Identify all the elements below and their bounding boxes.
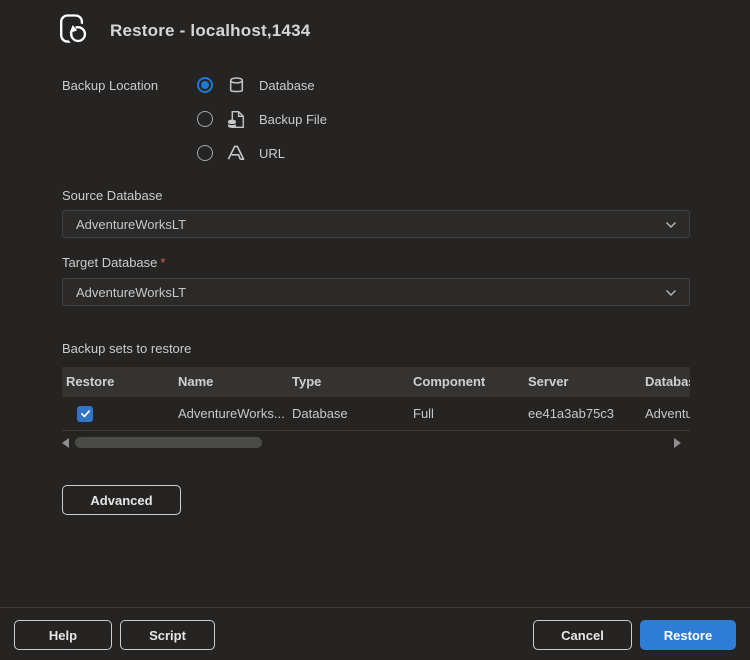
target-database-value: AdventureWorksLT xyxy=(63,285,186,300)
source-database-dropdown[interactable]: AdventureWorksLT xyxy=(62,210,690,238)
radio-button-database[interactable] xyxy=(197,77,213,93)
table-row[interactable]: AdventureWorks... Database Full ee41a3ab… xyxy=(62,397,690,431)
backup-sets-table: Restore Name Type Component Server Datab… xyxy=(62,367,690,431)
radio-label-url: URL xyxy=(259,146,285,161)
radio-option-backup-file[interactable]: Backup File xyxy=(197,108,327,130)
backup-file-icon xyxy=(226,109,246,129)
column-header-type[interactable]: Type xyxy=(288,367,409,397)
radio-button-url[interactable] xyxy=(197,145,213,161)
cancel-button[interactable]: Cancel xyxy=(533,620,632,650)
required-asterisk: * xyxy=(160,255,165,270)
backup-sets-label: Backup sets to restore xyxy=(62,341,191,356)
check-icon xyxy=(80,408,91,419)
row-cell-type: Database xyxy=(288,406,409,421)
row-cell-component: Full xyxy=(409,406,524,421)
radio-button-backup-file[interactable] xyxy=(197,111,213,127)
restore-row-checkbox[interactable] xyxy=(77,406,93,422)
row-cell-name: AdventureWorks... xyxy=(174,406,288,421)
footer-divider xyxy=(0,607,750,608)
horizontal-scrollbar-thumb[interactable] xyxy=(75,437,262,448)
radio-option-database[interactable]: Database xyxy=(197,74,315,96)
page-title: Restore - localhost,1434 xyxy=(110,21,310,41)
radio-label-database: Database xyxy=(259,78,315,93)
advanced-button[interactable]: Advanced xyxy=(62,485,181,515)
restore-dialog: Restore - localhost,1434 Backup Location… xyxy=(0,0,750,660)
chevron-down-icon xyxy=(665,221,677,229)
column-header-restore[interactable]: Restore xyxy=(62,367,174,397)
restore-database-icon xyxy=(54,11,90,47)
help-button[interactable]: Help xyxy=(14,620,112,650)
target-database-dropdown[interactable]: AdventureWorksLT xyxy=(62,278,690,306)
table-header-row: Restore Name Type Component Server Datab… xyxy=(62,367,690,397)
row-cell-server: ee41a3ab75c3 xyxy=(524,406,641,421)
source-database-label: Source Database xyxy=(62,188,162,203)
scroll-left-arrow-icon[interactable] xyxy=(62,438,69,448)
column-header-component[interactable]: Component xyxy=(409,367,524,397)
azure-icon xyxy=(226,143,246,163)
chevron-down-icon xyxy=(665,289,677,297)
column-header-name[interactable]: Name xyxy=(174,367,288,397)
restore-button[interactable]: Restore xyxy=(640,620,736,650)
source-database-value: AdventureWorksLT xyxy=(63,217,186,232)
script-button[interactable]: Script xyxy=(120,620,215,650)
column-header-server[interactable]: Server xyxy=(524,367,641,397)
radio-option-url[interactable]: URL xyxy=(197,142,285,164)
radio-label-backup-file: Backup File xyxy=(259,112,327,127)
scroll-right-arrow-icon[interactable] xyxy=(674,438,681,448)
database-icon xyxy=(226,75,246,95)
backup-location-label: Backup Location xyxy=(62,78,158,93)
row-cell-database: AdventureWorksLT xyxy=(641,406,690,421)
target-database-label: Target Database* xyxy=(62,255,165,270)
column-header-database[interactable]: Database xyxy=(641,367,690,397)
